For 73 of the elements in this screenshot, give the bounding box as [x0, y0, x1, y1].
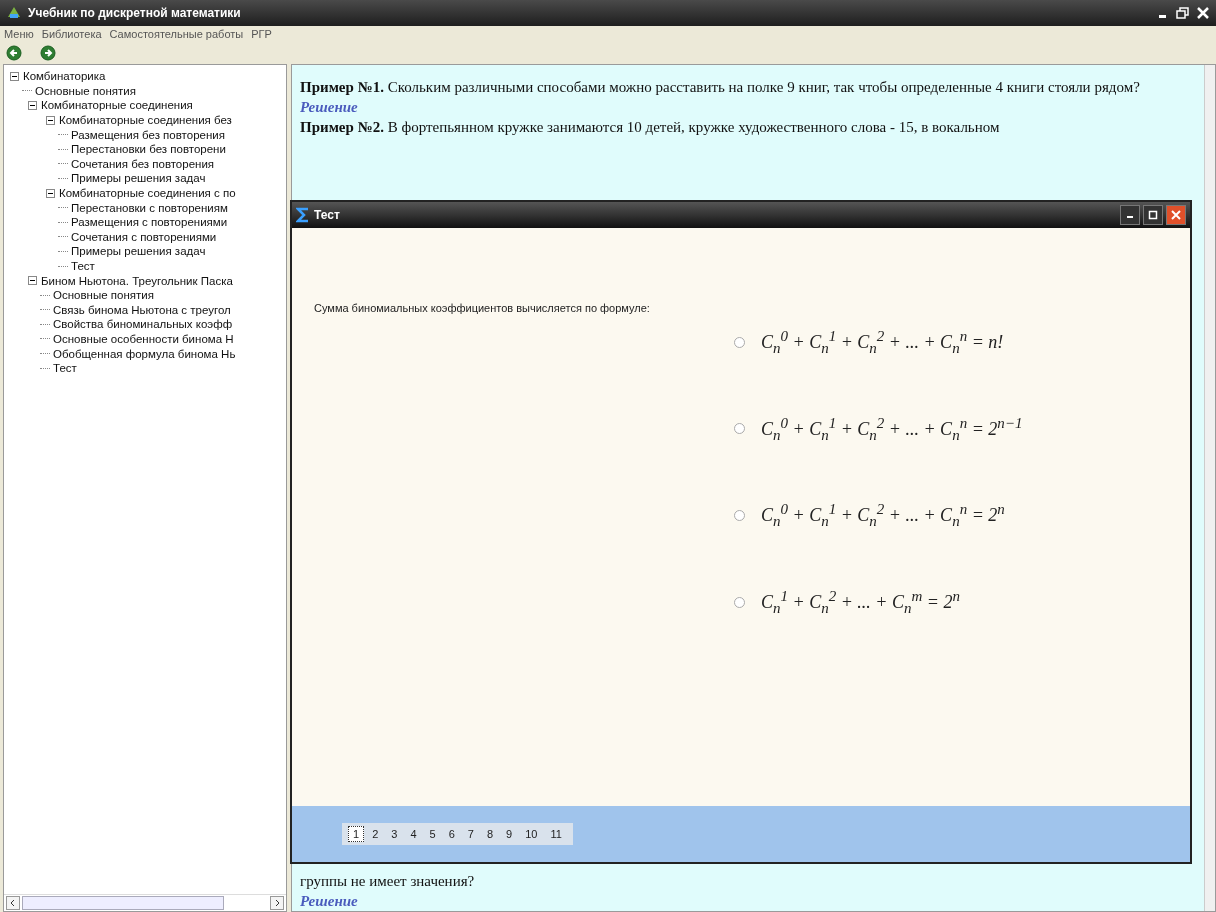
tree-item[interactable]: Тест: [71, 260, 95, 272]
sigma-icon: [296, 207, 310, 223]
formula-text: C$_{n}$$^{1}$ + C$_{n}$$^{2}$ + ... + C$_{n}$$^{m}$ = 2$^{n}$: [761, 587, 960, 617]
solution-link[interactable]: Решение: [300, 97, 1190, 117]
page-number[interactable]: 1: [348, 826, 365, 842]
radio-button[interactable]: [734, 510, 745, 521]
collapse-icon[interactable]: [28, 276, 37, 286]
tree-item[interactable]: Основные понятия: [53, 289, 154, 302]
tree-item[interactable]: Сочетания с повторениями: [71, 230, 217, 243]
tree-item[interactable]: Основные особенности бинома Н: [53, 333, 234, 345]
question-text: Сумма биномиальных коэффициентов вычисляется по формуле:: [314, 302, 651, 314]
tree-item[interactable]: Комбинаторные соединения с по: [59, 187, 236, 200]
tree-item[interactable]: Бином Ньютона. Треугольник Паска: [41, 274, 233, 287]
radio-button[interactable]: [734, 423, 745, 435]
tree-item[interactable]: Размещения с повторениями: [71, 216, 228, 229]
example-text: группы не имеет значения?: [300, 872, 476, 891]
tree-item[interactable]: Обобщенная формула бинома Нь: [53, 347, 236, 360]
scroll-thumb[interactable]: [22, 896, 224, 910]
forward-icon[interactable]: [40, 45, 56, 61]
radio-button[interactable]: [734, 336, 745, 348]
collapse-icon[interactable]: [46, 188, 55, 198]
tree-item[interactable]: Перестановки без повторени: [71, 143, 226, 156]
restore-icon[interactable]: [1176, 6, 1190, 20]
tree-item[interactable]: Связь бинома Ньютона с треугол: [53, 303, 231, 316]
horizontal-scrollbar[interactable]: [4, 894, 286, 911]
maximize-button[interactable]: [1143, 205, 1163, 225]
scroll-left-icon[interactable]: [6, 896, 20, 910]
page-number[interactable]: 2: [367, 826, 384, 842]
collapse-icon[interactable]: [46, 115, 55, 125]
tree-item[interactable]: Перестановки с повторениям: [71, 201, 228, 214]
tree-item[interactable]: Примеры решения задач: [71, 172, 206, 185]
page-number[interactable]: 4: [405, 826, 422, 842]
page-number[interactable]: 10: [520, 826, 543, 842]
formula-text: C$_{n}$$^{0}$ + C$_{n}$$^{1}$ + C$_{n}$$^{2}$ + ... + C$_{n}$$^{n}$ = n!: [761, 328, 1004, 357]
window-title: Учебник по дискретной математики: [28, 6, 241, 20]
close-icon: [1171, 210, 1181, 220]
vertical-scrollbar[interactable]: [1204, 65, 1215, 911]
page-number[interactable]: 6: [443, 826, 460, 842]
page-number[interactable]: 8: [481, 826, 498, 842]
tree-item[interactable]: Примеры решения задач: [71, 245, 206, 258]
menu-item[interactable]: Меню: [4, 28, 34, 40]
scroll-right-icon[interactable]: [270, 896, 284, 910]
back-icon[interactable]: [6, 45, 22, 61]
maximize-icon: [1148, 210, 1158, 220]
minimize-button[interactable]: [1120, 205, 1140, 225]
menu-item[interactable]: Самостоятельные работы: [109, 28, 244, 40]
example-text: Пример №1. Скольким различными способами можно расставить на полке 9 книг, так чтобы определенные 4 книги стояли рядом?: [300, 78, 1141, 97]
collapse-icon[interactable]: [10, 71, 19, 81]
formula-text: C$_{n}$$^{0}$ + C$_{n}$$^{1}$ + C$_{n}$$^{2}$ + ... + C$_{n}$$^{n}$ = 2$^{n−1}$: [761, 414, 1023, 444]
tree-item[interactable]: Тест: [53, 362, 77, 375]
menu-item[interactable]: РГР: [251, 28, 272, 40]
tree-item[interactable]: Комбинаторные соединения без: [59, 114, 232, 127]
radio-button[interactable]: [734, 596, 745, 608]
collapse-icon[interactable]: [28, 101, 37, 110]
solution-link[interactable]: Решение: [300, 891, 1190, 911]
app-icon: [6, 5, 22, 21]
tree-item[interactable]: Свойства биноминальных коэфф: [53, 318, 233, 331]
tree-item[interactable]: Сочетания без повторения: [71, 157, 215, 170]
page-number[interactable]: 9: [501, 826, 518, 842]
page-number[interactable]: 3: [386, 826, 403, 842]
dialog-title: Тест: [314, 208, 340, 222]
page-number[interactable]: 11: [545, 826, 567, 842]
tree-item[interactable]: Размещения без повторения: [71, 128, 225, 141]
close-icon[interactable]: [1196, 6, 1210, 20]
tree-item[interactable]: Комбинаторика: [23, 70, 106, 83]
tree-item[interactable]: Комбинаторные соединения: [41, 99, 193, 112]
close-button[interactable]: [1166, 205, 1186, 225]
formula-text: C$_{n}$$^{0}$ + C$_{n}$$^{1}$ + C$_{n}$$^{2}$ + ... + C$_{n}$$^{n}$ = 2$^{n}$: [761, 501, 1005, 530]
page-number[interactable]: 7: [462, 826, 479, 842]
tree-item[interactable]: Основные понятия: [35, 84, 136, 97]
example-text: Пример №2. В фортепьянном кружке занимаются 10 детей, кружке художественного слова - 15, в вокальном: [300, 118, 1001, 137]
menu-item[interactable]: Библиотека: [41, 28, 102, 40]
page-number[interactable]: 5: [424, 826, 441, 842]
